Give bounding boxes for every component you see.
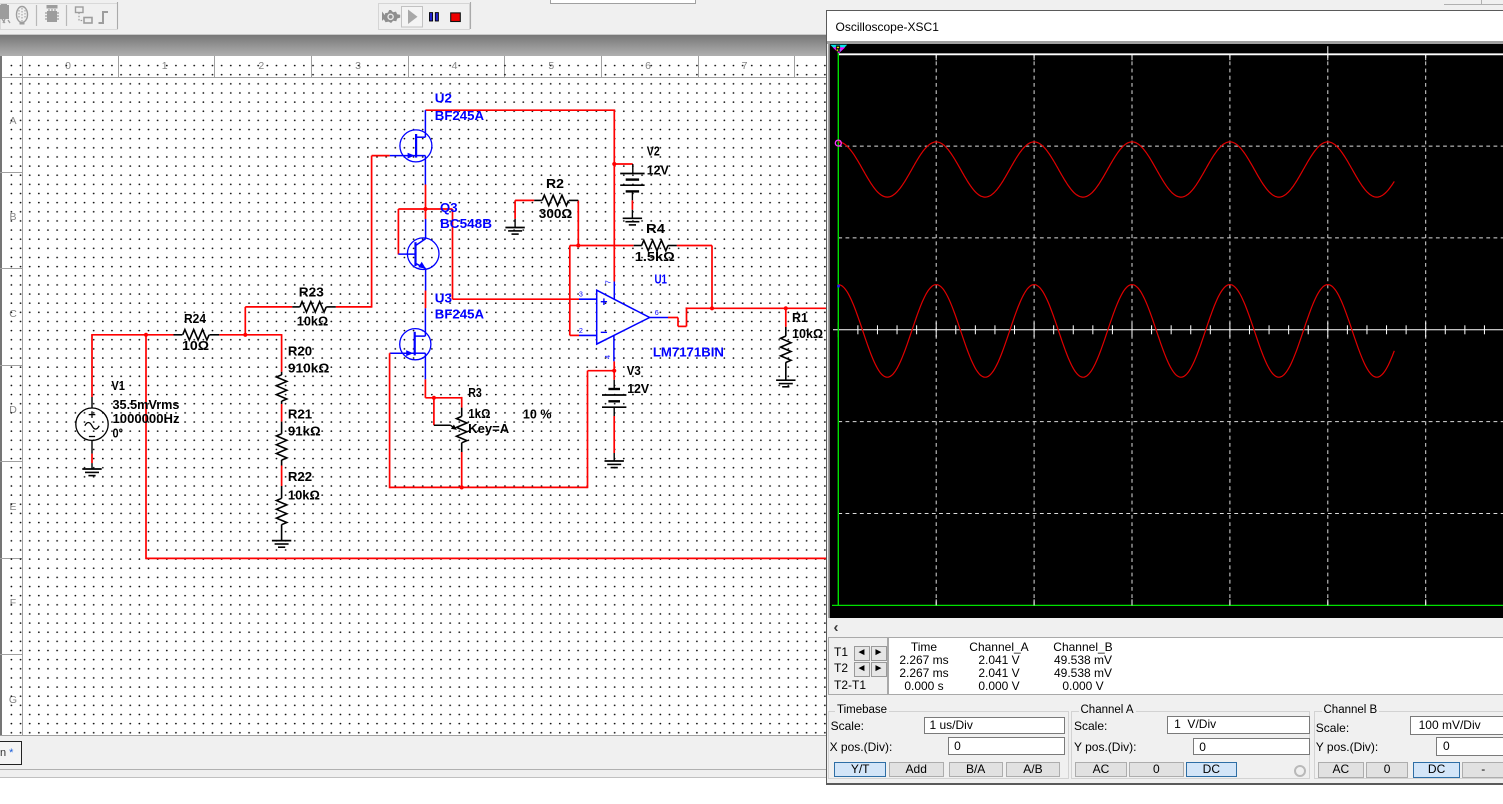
svg-text:10Ω: 10Ω	[182, 339, 209, 353]
svg-text:R2: R2	[546, 177, 564, 191]
svg-text:10kΩ: 10kΩ	[288, 489, 320, 503]
svg-text:BF245A: BF245A	[435, 308, 484, 322]
svg-text:7: 7	[603, 280, 612, 284]
svg-text:2: 2	[579, 326, 583, 335]
svg-text:R3: R3	[468, 386, 482, 400]
svg-text:U3: U3	[435, 292, 452, 306]
svg-text:R4: R4	[646, 222, 665, 236]
svg-text:Key=A: Key=A	[468, 422, 509, 436]
svg-text:R22: R22	[288, 470, 312, 484]
svg-text:10 %: 10 %	[523, 408, 552, 422]
svg-text:R21: R21	[288, 407, 312, 421]
svg-text:BC548B: BC548B	[440, 217, 492, 231]
svg-text:U2: U2	[435, 92, 452, 106]
svg-text:3: 3	[579, 290, 583, 299]
svg-text:6: 6	[655, 308, 659, 317]
svg-text:V3: V3	[627, 364, 641, 378]
svg-text:12V: 12V	[647, 164, 670, 178]
svg-text:300Ω: 300Ω	[539, 207, 573, 221]
svg-text:R20: R20	[288, 345, 312, 359]
svg-text:1000000Hz: 1000000Hz	[113, 412, 180, 426]
svg-text:1.5kΩ: 1.5kΩ	[635, 250, 675, 264]
svg-text:10kΩ: 10kΩ	[297, 315, 328, 329]
svg-text:0°: 0°	[113, 427, 124, 441]
svg-text:35.5mVrms: 35.5mVrms	[113, 398, 180, 412]
svg-text:12V: 12V	[627, 382, 650, 396]
svg-text:V2: V2	[647, 145, 660, 159]
svg-text:BF245A: BF245A	[435, 109, 484, 123]
svg-text:+: +	[600, 295, 607, 309]
svg-text:−: −	[600, 326, 607, 340]
svg-text:R24: R24	[184, 312, 206, 326]
svg-text:91kΩ: 91kΩ	[288, 425, 321, 439]
svg-text:10kΩ: 10kΩ	[792, 327, 823, 341]
svg-text:4: 4	[603, 355, 612, 359]
svg-text:R1: R1	[792, 311, 808, 325]
svg-text:Q3: Q3	[440, 201, 458, 215]
svg-text:LM7171BIN: LM7171BIN	[653, 346, 724, 360]
svg-text:910kΩ: 910kΩ	[288, 362, 329, 376]
svg-text:1kΩ: 1kΩ	[468, 407, 490, 421]
svg-text:U1: U1	[655, 273, 668, 287]
svg-text:R23: R23	[299, 286, 324, 300]
svg-text:V1: V1	[111, 379, 125, 393]
